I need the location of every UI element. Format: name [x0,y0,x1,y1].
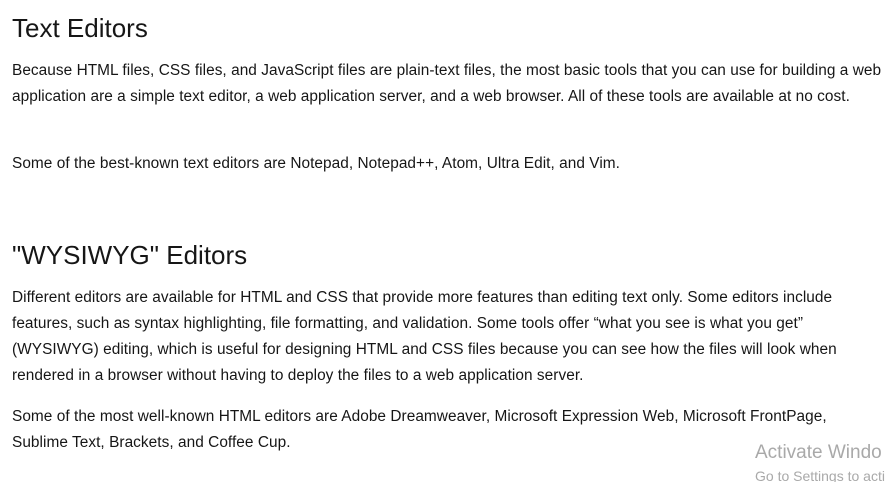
watermark-subtitle: Go to Settings to acti [755,468,885,482]
section-title-text-editors: Text Editors [12,13,148,43]
section-title-wysiwyg-editors: "WYSIWYG" Editors [12,240,248,270]
paragraph-wysiwyg-intro: Different editors are available for HTML… [12,289,837,384]
paragraph-wysiwyg-examples: Some of the most well-known HTML editors… [12,408,827,451]
paragraph-text-editors-examples: Some of the best-known text editors are … [12,155,620,172]
paragraph-text-editors-intro: Because HTML files, CSS files, and JavaS… [12,62,882,105]
